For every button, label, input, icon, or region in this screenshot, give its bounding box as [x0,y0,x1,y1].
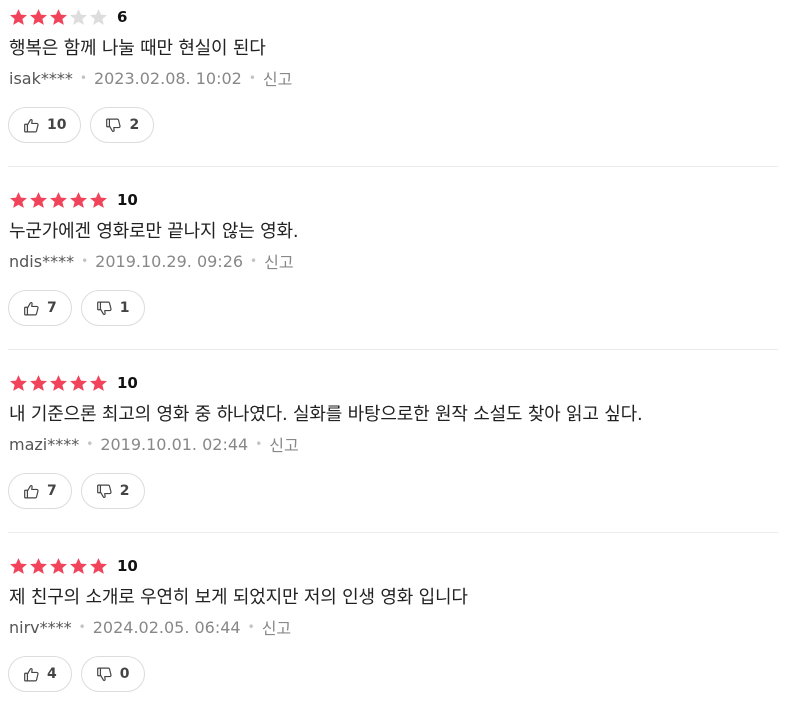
vote-actions: 7 2 [8,473,145,509]
thumbs-down-icon [96,483,113,500]
star-filled-icon [90,374,107,391]
separator-dot: • [86,437,94,451]
star-filled-icon [90,557,107,574]
dislike-count: 2 [119,483,130,499]
star-filled-icon [10,191,27,208]
dislike-count: 0 [119,666,130,682]
review-comment: 누군가에겐 영화로만 끝나지 않는 영화. [9,221,299,242]
review-author: mazi**** [9,434,80,454]
divider [8,349,778,350]
separator-dot: • [255,437,263,451]
review-item: 10 제 친구의 소개로 우연히 보게 되었지만 저의 인생 영화 입니다 ni… [0,549,778,703]
rating: 10 [9,189,138,211]
rating-score: 10 [117,557,138,575]
review-author: ndis**** [9,251,75,271]
thumbs-down-icon [96,300,113,317]
like-button[interactable]: 10 [8,107,82,143]
thumbs-up-icon [23,666,40,683]
star-filled-icon [30,374,47,391]
star-empty-icon [70,8,87,25]
thumbs-down-icon [105,117,122,134]
review-date: 2023.02.08. 10:02 [93,68,242,88]
report-link[interactable]: 신고 [263,66,292,90]
separator-dot: • [247,620,255,634]
star-filled-icon [70,374,87,391]
star-filled-icon [10,8,27,25]
dislike-button[interactable]: 2 [90,107,155,143]
thumbs-up-icon [23,117,40,134]
separator-dot: • [250,254,258,268]
review-item: 10 내 기준으론 최고의 영화 중 하나였다. 실화를 바탕으로한 원작 소설… [0,366,778,549]
vote-actions: 4 0 [8,656,145,692]
rating-score: 6 [117,8,128,26]
star-filled-icon [50,557,67,574]
star-filled-icon [50,191,67,208]
rating-score: 10 [117,374,138,392]
review-comment: 내 기준으론 최고의 영화 중 하나였다. 실화를 바탕으로한 원작 소설도 찾… [9,404,643,425]
like-button[interactable]: 7 [8,473,72,509]
divider [8,532,778,533]
dislike-button[interactable]: 0 [80,656,145,692]
separator-dot: • [79,71,87,85]
divider [8,166,778,167]
star-rating [9,8,108,27]
like-count: 7 [47,483,57,499]
rating: 10 [9,555,138,577]
like-count: 10 [47,117,67,133]
dislike-count: 2 [129,117,140,133]
star-empty-icon [90,8,107,25]
separator-dot: • [78,620,86,634]
report-link[interactable]: 신고 [264,249,293,273]
review-comment: 제 친구의 소개로 우연히 보게 되었지만 저의 인생 영화 입니다 [9,587,468,608]
review-meta: ndis**** • 2019.10.29. 09:26 • 신고 [9,249,294,273]
separator-dot: • [248,71,256,85]
rating-score: 10 [117,191,138,209]
dislike-button[interactable]: 1 [80,290,145,326]
dislike-button[interactable]: 2 [80,473,145,509]
thumbs-up-icon [23,483,40,500]
thumbs-up-icon [23,300,40,317]
star-filled-icon [50,374,67,391]
vote-actions: 7 1 [8,290,145,326]
star-filled-icon [70,557,87,574]
review-author: isak**** [9,68,73,88]
review-meta: isak**** • 2023.02.08. 10:02 • 신고 [9,66,292,90]
review-date: 2019.10.29. 09:26 [95,251,244,271]
report-link[interactable]: 신고 [269,432,298,456]
star-filled-icon [50,8,67,25]
report-link[interactable]: 신고 [262,615,291,639]
vote-actions: 10 2 [8,107,155,143]
separator-dot: • [81,254,89,268]
review-meta: nirv**** • 2024.02.05. 06:44 • 신고 [9,615,291,639]
thumbs-down-icon [96,666,113,683]
star-rating [9,191,108,210]
review-item: 10 누군가에겐 영화로만 끝나지 않는 영화. ndis**** • 2019… [0,183,778,366]
review-list: 6 행복은 함께 나눌 때만 현실이 된다 isak**** • 2023.02… [0,0,791,703]
dislike-count: 1 [119,300,130,316]
review-date: 2019.10.01. 02:44 [100,434,249,454]
star-filled-icon [30,557,47,574]
like-count: 7 [47,300,57,316]
review-meta: mazi**** • 2019.10.01. 02:44 • 신고 [9,432,299,456]
review-comment: 행복은 함께 나눌 때만 현실이 된다 [9,38,266,59]
like-button[interactable]: 4 [8,656,72,692]
star-rating [9,557,108,576]
star-filled-icon [30,8,47,25]
review-date: 2024.02.05. 06:44 [92,617,241,637]
rating: 10 [9,372,138,394]
like-count: 4 [47,666,57,682]
star-filled-icon [10,374,27,391]
review-item: 6 행복은 함께 나눌 때만 현실이 된다 isak**** • 2023.02… [0,0,778,183]
star-rating [9,374,108,393]
star-filled-icon [70,191,87,208]
review-author: nirv**** [9,617,72,637]
star-filled-icon [90,191,107,208]
rating: 6 [9,6,127,28]
star-filled-icon [30,191,47,208]
star-filled-icon [10,557,27,574]
like-button[interactable]: 7 [8,290,72,326]
